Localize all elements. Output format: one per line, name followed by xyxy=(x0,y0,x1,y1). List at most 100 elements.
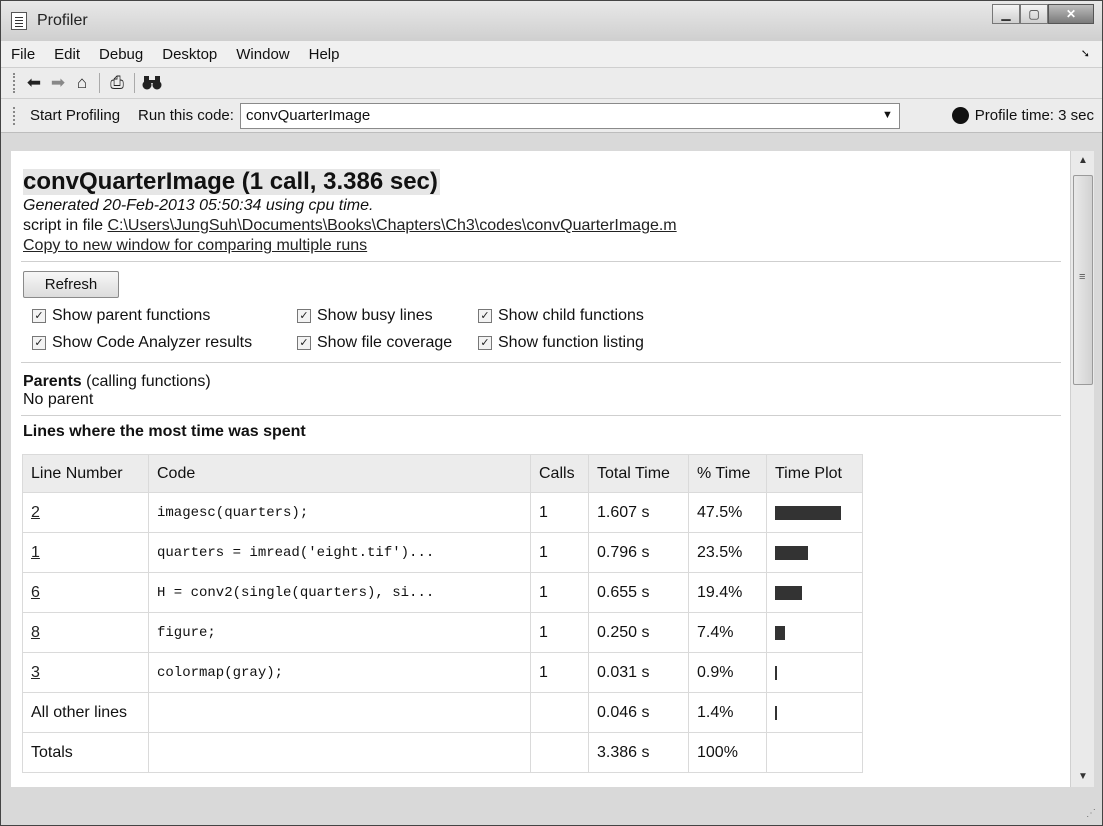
back-arrow-icon[interactable]: ⬅ xyxy=(22,72,46,94)
percent-time-cell-text: 100% xyxy=(697,743,738,761)
scrollbar-thumb[interactable] xyxy=(1073,175,1093,385)
line-number-link-text[interactable]: 2 xyxy=(31,504,40,521)
line-label-text: All other lines xyxy=(31,703,128,721)
divider xyxy=(21,362,1061,363)
profiler-app-icon xyxy=(11,12,27,30)
vertical-scrollbar[interactable]: ▲ ▼ xyxy=(1070,151,1094,787)
scroll-down-icon[interactable]: ▼ xyxy=(1071,767,1095,787)
total-time-cell: 0.655 s xyxy=(588,572,689,613)
option-show-busy-lines[interactable]: ✓ Show busy lines xyxy=(297,307,469,325)
total-time-cell: 0.031 s xyxy=(588,652,689,693)
home-icon[interactable]: ⌂ xyxy=(70,72,94,94)
menu-debug[interactable]: Debug xyxy=(99,46,143,63)
option-show-function-listing[interactable]: ✓ Show function listing xyxy=(478,334,644,352)
table-row: 3 colormap(gray); 1 0.031 s 0.9% xyxy=(22,652,863,693)
title-bar: Profiler ▁ ▢ ✕ xyxy=(1,1,1102,41)
percent-time-cell-text: 0.9% xyxy=(697,663,734,681)
menu-desktop[interactable]: Desktop xyxy=(162,46,217,63)
print-icon[interactable]: ⎙ xyxy=(105,72,129,94)
line-number-link-text[interactable]: 3 xyxy=(31,664,40,681)
runbar-grip[interactable] xyxy=(13,106,16,125)
parents-heading: Parents xyxy=(23,373,82,390)
menu-help[interactable]: Help xyxy=(309,46,340,63)
table-row: 1 quarters = imread('eight.tif')... 1 0.796… xyxy=(22,532,863,573)
column-header-total-time[interactable]: Total Time xyxy=(588,454,689,493)
code-cell: imagesc(quarters); xyxy=(148,492,531,533)
option-show-code-analyzer[interactable]: ✓ Show Code Analyzer results xyxy=(32,334,288,352)
find-binoculars-icon[interactable] xyxy=(140,72,164,94)
toolbar: ⬅ ➡ ⌂ ⎙ xyxy=(1,68,1102,99)
checkbox-checked-icon[interactable]: ✓ xyxy=(32,309,46,323)
line-number-link-text[interactable]: 8 xyxy=(31,624,40,641)
line-number-link[interactable]: 8 xyxy=(22,612,149,653)
resize-grip-icon[interactable]: ⋰ xyxy=(1086,808,1096,819)
option-show-file-coverage[interactable]: ✓ Show file coverage xyxy=(297,334,469,352)
dock-arrow-icon[interactable]: ➘ xyxy=(1081,47,1090,60)
window-controls: ▁ ▢ ✕ xyxy=(992,4,1094,24)
total-time-cell: 3.386 s xyxy=(588,732,689,773)
forward-arrow-icon[interactable]: ➡ xyxy=(46,72,70,94)
option-show-parent-functions[interactable]: ✓ Show parent functions xyxy=(32,307,288,325)
time-plot-cell xyxy=(766,492,863,533)
menu-window[interactable]: Window xyxy=(236,46,289,63)
column-header-code[interactable]: Code xyxy=(148,454,531,493)
checkbox-checked-icon[interactable]: ✓ xyxy=(478,336,492,350)
time-plot-cell xyxy=(766,532,863,573)
column-header-line-number[interactable]: Line Number xyxy=(22,454,149,493)
parents-value: No parent xyxy=(23,391,94,408)
time-plot-cell xyxy=(766,692,863,733)
percent-time-cell: 19.4% xyxy=(688,572,767,613)
total-time-cell: 0.250 s xyxy=(588,612,689,653)
toolbar-grip[interactable] xyxy=(13,73,16,93)
calls-cell xyxy=(530,692,589,733)
total-time-cell-text: 0.031 s xyxy=(597,663,650,681)
maximize-button[interactable]: ▢ xyxy=(1020,4,1048,24)
copy-to-new-window-link[interactable]: Copy to new window for comparing multipl… xyxy=(23,237,367,255)
column-header-percent-time[interactable]: % Time xyxy=(688,454,767,493)
checkbox-checked-icon[interactable]: ✓ xyxy=(32,336,46,350)
report-pane: convQuarterImage (1 call, 3.386 sec) Gen… xyxy=(11,151,1071,787)
total-time-cell-text: 1.607 s xyxy=(597,503,650,521)
code-cell-text: imagesc(quarters); xyxy=(157,504,309,521)
minimize-button[interactable]: ▁ xyxy=(992,4,1020,24)
column-header-calls[interactable]: Calls xyxy=(530,454,589,493)
refresh-button[interactable]: Refresh xyxy=(23,271,119,298)
close-button[interactable]: ✕ xyxy=(1048,4,1094,24)
code-cell-text: quarters = imread('eight.tif')... xyxy=(157,544,435,561)
start-profiling-button[interactable]: Start Profiling xyxy=(30,107,120,124)
line-number-link[interactable]: 2 xyxy=(22,492,149,533)
code-cell: quarters = imread('eight.tif')... xyxy=(148,532,531,573)
table-row: All other lines 0.046 s 1.4% xyxy=(22,692,863,733)
code-cell: figure; xyxy=(148,612,531,653)
script-file-link[interactable]: C:\Users\JungSuh\Documents\Books\Chapter… xyxy=(107,217,676,234)
toolbar-separator xyxy=(134,73,135,93)
line-label-text: Totals xyxy=(31,743,73,761)
line-number-link-text[interactable]: 6 xyxy=(31,584,40,601)
menu-file[interactable]: File xyxy=(11,46,35,63)
calls-cell: 1 xyxy=(530,572,589,613)
total-time-cell-text: 3.386 s xyxy=(597,743,650,761)
option-show-child-functions[interactable]: ✓ Show child functions xyxy=(478,307,644,325)
menu-edit[interactable]: Edit xyxy=(54,46,80,63)
run-code-input[interactable]: convQuarterImage ▼ xyxy=(239,102,900,129)
checkbox-checked-icon[interactable]: ✓ xyxy=(297,309,311,323)
column-header-time-plot[interactable]: Time Plot xyxy=(766,454,863,493)
options-row-2: ✓ Show Code Analyzer results ✓ Show file… xyxy=(32,334,1071,352)
script-prefix: script in file xyxy=(23,217,104,234)
calls-cell-text: 1 xyxy=(539,623,548,641)
line-number-link[interactable]: 6 xyxy=(22,572,149,613)
line-number-link[interactable]: 3 xyxy=(22,652,149,693)
scroll-up-icon[interactable]: ▲ xyxy=(1071,151,1095,171)
dropdown-arrow-icon[interactable]: ▼ xyxy=(882,109,893,121)
calls-cell xyxy=(530,732,589,773)
function-title: convQuarterImage (1 call, 3.386 sec) xyxy=(23,168,440,195)
menu-bar: File Edit Debug Desktop Window Help ➘ xyxy=(1,41,1102,68)
calls-cell: 1 xyxy=(530,612,589,653)
line-number-link[interactable]: 1 xyxy=(22,532,149,573)
checkbox-checked-icon[interactable]: ✓ xyxy=(478,309,492,323)
divider xyxy=(21,415,1061,416)
calls-cell: 1 xyxy=(530,492,589,533)
checkbox-checked-icon[interactable]: ✓ xyxy=(297,336,311,350)
code-cell: H = conv2(single(quarters), si... xyxy=(148,572,531,613)
line-number-link-text[interactable]: 1 xyxy=(31,544,40,561)
